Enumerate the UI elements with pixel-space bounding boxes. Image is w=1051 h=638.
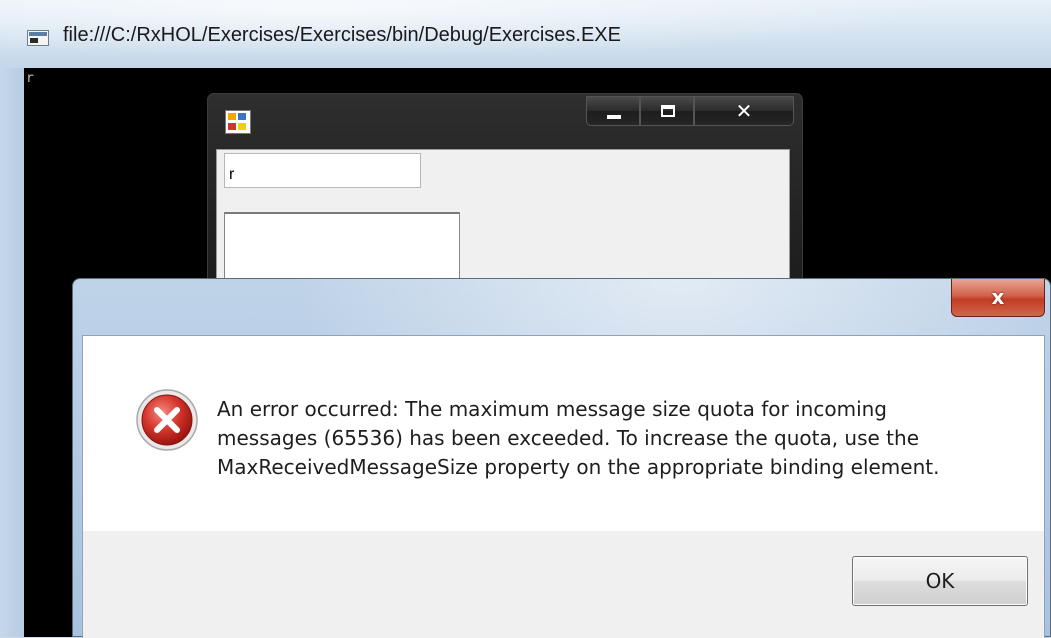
form-window: ✕ [207, 93, 803, 297]
dialog-content: An error occurred: The maximum message s… [82, 335, 1045, 531]
error-x-icon [136, 389, 198, 451]
winforms-app-icon[interactable] [225, 110, 251, 134]
console-titlebar[interactable]: file:///C:/RxHOL/Exercises/Exercises/bin… [0, 0, 1051, 68]
dialog-close-button[interactable]: x [951, 279, 1045, 317]
maximize-button[interactable] [640, 96, 694, 126]
form-caption-buttons: ✕ [586, 96, 794, 126]
console-app-icon[interactable] [27, 30, 49, 46]
dialog-footer: OK [82, 531, 1045, 638]
minimize-button[interactable] [586, 96, 640, 126]
close-icon: x [991, 285, 1005, 309]
ok-button[interactable]: OK [852, 556, 1028, 606]
console-left-frame [0, 68, 24, 637]
close-icon: ✕ [735, 99, 753, 123]
form-text-input[interactable] [224, 153, 421, 188]
console-output-text: r [26, 71, 34, 86]
form-client-area [216, 149, 790, 297]
console-title: file:///C:/RxHOL/Exercises/Exercises/bin… [63, 24, 621, 46]
form-close-button[interactable]: ✕ [694, 96, 794, 126]
error-dialog: x An error occurred: The maximum message… [72, 278, 1051, 638]
error-message: An error occurred: The maximum message s… [217, 397, 940, 479]
